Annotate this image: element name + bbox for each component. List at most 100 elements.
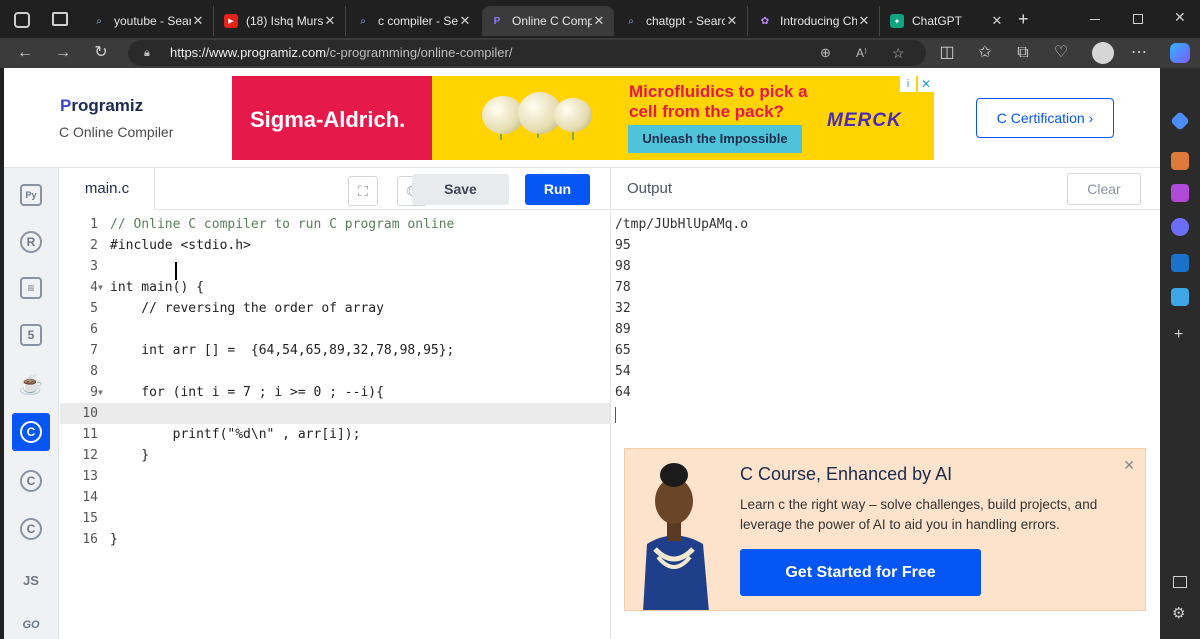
- browser-tab[interactable]: ✦ ChatGPT ✕: [882, 6, 1012, 36]
- c-icon[interactable]: C: [12, 413, 50, 451]
- browser-essentials-icon[interactable]: ♡: [1048, 41, 1074, 65]
- code-text: }: [110, 532, 118, 547]
- code-text: printf("%d\n" , arr[i]);: [110, 427, 361, 442]
- games-icon[interactable]: [1171, 184, 1189, 202]
- outlook-icon[interactable]: [1171, 254, 1189, 272]
- page-subtitle: C Online Compiler: [59, 124, 174, 140]
- output-line: 98: [615, 259, 631, 274]
- copilot-icon[interactable]: [1170, 43, 1190, 63]
- ad-info-icon[interactable]: i: [900, 76, 916, 92]
- send-icon[interactable]: [1171, 288, 1189, 306]
- browser-tab[interactable]: ⌕ c compiler - Search ✕: [348, 6, 480, 36]
- java-icon[interactable]: ☕: [12, 365, 50, 403]
- code-line: 14: [82, 490, 98, 505]
- ad-brand-left: Sigma-Aldrich.: [250, 107, 406, 132]
- csharp-icon[interactable]: C: [12, 510, 50, 548]
- code-line-current: 10: [60, 403, 610, 424]
- code-editor[interactable]: 1// Online C compiler to run C program o…: [60, 211, 610, 639]
- settings-gear-icon[interactable]: ⚙: [1172, 604, 1185, 622]
- code-line: 9 ▼ for (int i = 7 ; i >= 0 ; --i){: [60, 382, 610, 403]
- favorites-icon[interactable]: ✩: [972, 41, 998, 65]
- tag-icon[interactable]: [1170, 111, 1190, 131]
- collections-icon[interactable]: ⧉: [1010, 41, 1036, 65]
- workspaces-icon[interactable]: [14, 12, 30, 28]
- address-bar[interactable]: 🔒︎ https://www.programiz.com/c-programmi…: [128, 40, 926, 66]
- openai-icon: ✿: [760, 15, 770, 27]
- profile-avatar[interactable]: [1092, 42, 1114, 64]
- refresh-icon[interactable]: ↻: [88, 41, 114, 65]
- favorite-star-icon[interactable]: ☆: [892, 40, 905, 66]
- go-glyph: GO: [22, 619, 40, 631]
- browser-tab-active[interactable]: P Online C Compiler ✕: [482, 6, 614, 36]
- code-line: 3: [90, 259, 98, 274]
- cpp-icon[interactable]: C: [12, 462, 50, 500]
- cpp-glyph: C: [20, 470, 42, 492]
- code-line: 12 }: [60, 445, 610, 466]
- forward-icon[interactable]: →: [50, 41, 76, 65]
- code-line: 13: [82, 469, 98, 484]
- programiz-icon: P: [493, 15, 501, 27]
- browser-tab[interactable]: ▶ (18) Ishq Murshid ✕: [216, 6, 346, 36]
- output-line: 78: [615, 280, 631, 295]
- close-tab-icon[interactable]: ✕: [592, 13, 606, 29]
- get-started-button[interactable]: Get Started for Free: [740, 549, 981, 596]
- browser-tab[interactable]: ⌕ youtube - Search ✕: [84, 6, 214, 36]
- close-tab-icon[interactable]: ✕: [458, 13, 472, 29]
- r-icon[interactable]: R: [12, 223, 50, 261]
- c-certification-button[interactable]: C Certification ›: [976, 98, 1114, 138]
- minimize-icon[interactable]: [1090, 19, 1100, 20]
- python-icon[interactable]: Py: [12, 176, 50, 214]
- ad-headline: Microfluidics to pick a cell from the pa…: [629, 82, 808, 121]
- browser-tab[interactable]: ✿ Introducing ChatGPT ✕: [750, 6, 880, 36]
- copilot-sidebar-icon[interactable]: [1171, 218, 1189, 236]
- tab-title: (18) Ishq Murshid: [246, 14, 323, 28]
- code-line: 16}: [60, 529, 610, 550]
- browser-tab[interactable]: ⌕ chatgpt - Search ✕: [616, 6, 748, 36]
- ad-banner[interactable]: Sigma-Aldrich. Microfluidics to pick a c…: [232, 76, 934, 160]
- output-cursor: [615, 407, 616, 423]
- run-button[interactable]: Run: [525, 174, 590, 205]
- instructor-photo: [625, 449, 723, 610]
- promo-close-icon[interactable]: ✕: [1123, 457, 1135, 474]
- code-line: 8: [90, 364, 98, 379]
- more-menu-icon[interactable]: ⋯: [1126, 41, 1152, 65]
- site-header: Programiz C Online Compiler Sigma-Aldric…: [4, 68, 1160, 168]
- lock-icon: 🔒︎: [144, 47, 150, 59]
- ad-cta-button[interactable]: Unleash the Impossible: [628, 125, 802, 153]
- read-aloud-icon[interactable]: A⁾: [856, 40, 867, 66]
- go-icon[interactable]: GO: [12, 606, 50, 639]
- code-text: int main() {: [110, 280, 204, 295]
- close-tab-icon[interactable]: ✕: [990, 13, 1004, 29]
- html5-icon[interactable]: 5: [12, 316, 50, 354]
- fold-arrow-icon[interactable]: ▼: [98, 382, 108, 403]
- programiz-logo[interactable]: Programiz: [60, 96, 143, 116]
- restore-icon[interactable]: [1133, 14, 1143, 24]
- close-tab-icon[interactable]: ✕: [725, 13, 739, 29]
- close-window-icon[interactable]: ✕: [1174, 9, 1186, 26]
- fullscreen-icon[interactable]: ⛶: [348, 176, 378, 206]
- output-line: 64: [615, 385, 631, 400]
- toolbox-icon[interactable]: [1171, 152, 1189, 170]
- sql-icon[interactable]: ≡: [12, 269, 50, 307]
- ad-close-icon[interactable]: ✕: [918, 76, 934, 92]
- new-tab-icon[interactable]: +: [1018, 9, 1029, 30]
- close-tab-icon[interactable]: ✕: [323, 13, 337, 29]
- fold-arrow-icon[interactable]: ▼: [98, 277, 108, 298]
- chatgpt-icon: ✦: [890, 14, 904, 28]
- editor-toolbar: main.c ⛶ ☾ Save Run: [60, 168, 610, 210]
- file-tab-main-c[interactable]: main.c: [60, 168, 155, 210]
- javascript-icon[interactable]: JS: [12, 561, 50, 599]
- zoom-icon[interactable]: ⊕: [820, 40, 831, 66]
- tab-actions-icon[interactable]: [52, 12, 68, 26]
- r-glyph: R: [20, 231, 42, 253]
- code-line: 2 #include <stdio.h>: [60, 235, 610, 256]
- clear-button[interactable]: Clear: [1067, 173, 1141, 205]
- add-sidebar-icon[interactable]: +: [1174, 326, 1183, 344]
- sidebar-toggle-icon[interactable]: [1173, 576, 1187, 588]
- programiz-page: Programiz C Online Compiler Sigma-Aldric…: [4, 68, 1160, 639]
- close-tab-icon[interactable]: ✕: [191, 13, 205, 29]
- split-screen-icon[interactable]: ◫: [934, 41, 960, 65]
- close-tab-icon[interactable]: ✕: [857, 13, 871, 29]
- save-button[interactable]: Save: [412, 174, 509, 205]
- back-icon[interactable]: ←: [12, 41, 38, 65]
